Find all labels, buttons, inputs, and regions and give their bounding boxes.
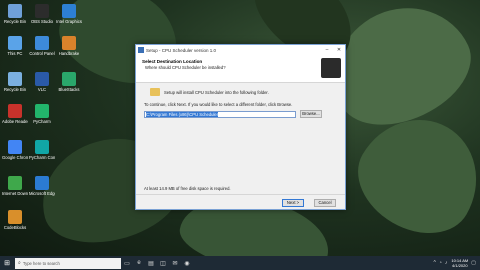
- desktop-icon-label: Google Chrome: [2, 155, 28, 160]
- page-heading: Select Destination Location: [142, 59, 203, 64]
- desktop-icon-image: [35, 104, 49, 118]
- setup-dialog: Setup - CPU Scheduler version 1.0 – ✕ Se…: [135, 44, 346, 210]
- install-text: Setup will install CPU Scheduler into th…: [164, 89, 269, 95]
- wizard-footer: Next > Cancel: [136, 194, 345, 209]
- cancel-button[interactable]: Cancel: [314, 199, 336, 207]
- continue-text: To continue, click Next. If you would li…: [144, 102, 293, 107]
- desktop-icon-label: This PC: [7, 51, 23, 56]
- desktop-icon-label: BlueStacks: [58, 87, 80, 92]
- desktop-icon[interactable]: BlueStacks: [56, 72, 82, 92]
- desktop-icon-label: Microsoft Edge: [29, 191, 55, 196]
- desktop-icon-image: [8, 4, 22, 18]
- desktop-icon-label: Recycle Bin: [3, 87, 27, 92]
- desktop-icon-image: [8, 140, 22, 154]
- desktop-icon-image: [35, 176, 49, 190]
- wizard-logo-icon: [321, 58, 341, 78]
- desktop-icon[interactable]: Intel Graphics: [56, 4, 82, 24]
- desktop-icon-image: [8, 104, 22, 118]
- system-tray: ^ ◔ ♪ 10:14 AM 4/1/2020 ▢: [430, 256, 476, 270]
- edge-icon[interactable]: e: [133, 256, 145, 270]
- wizard-content: Setup will install CPU Scheduler into th…: [136, 83, 345, 195]
- desktop-icon-label: Internet Download: [2, 191, 28, 196]
- taskbar-clock[interactable]: 10:14 AM 4/1/2020: [451, 258, 468, 268]
- desktop-icon-label: Handbrake: [58, 51, 80, 56]
- desktop-icon[interactable]: PyCharm: [29, 104, 55, 124]
- desktop-icon[interactable]: Internet Download: [2, 176, 28, 196]
- desktop-icon-image: [8, 176, 22, 190]
- desktop-icon-image: [8, 210, 22, 224]
- desktop-icon-label: Recycle Bin: [3, 19, 27, 24]
- file-explorer-icon[interactable]: ▤: [145, 256, 157, 270]
- notifications-icon[interactable]: ▢: [471, 260, 476, 266]
- desktop-icon-image: [35, 4, 49, 18]
- desktop-icon-label: CodeBlocks: [3, 225, 27, 230]
- store-icon[interactable]: ◫: [157, 256, 169, 270]
- task-view-icon[interactable]: ▭: [121, 256, 133, 270]
- volume-icon[interactable]: ♪: [445, 260, 448, 266]
- folder-icon: [150, 88, 160, 96]
- desktop-icon-image: [35, 36, 49, 50]
- minimize-icon[interactable]: –: [321, 45, 333, 55]
- desktop-icon-image: [35, 140, 49, 154]
- dialog-title: Setup - CPU Scheduler version 1.0: [146, 47, 217, 53]
- desktop-icon[interactable]: Google Chrome: [2, 140, 28, 160]
- desktop-icon[interactable]: OBS Studio: [29, 4, 55, 24]
- desktop-icon[interactable]: Recycle Bin: [2, 4, 28, 24]
- search-icon: ⌕: [18, 260, 21, 266]
- desktop-icon-image: [8, 36, 22, 50]
- desktop-icon-label: VLC: [37, 87, 47, 92]
- desktop-icon[interactable]: This PC: [2, 36, 28, 56]
- chevron-up-icon[interactable]: ^: [433, 260, 435, 266]
- desktop-icon-image: [8, 72, 22, 86]
- desktop-icon[interactable]: VLC: [29, 72, 55, 92]
- next-button[interactable]: Next >: [282, 199, 304, 207]
- taskbar-search-box[interactable]: ⌕ Type here to search: [15, 257, 121, 269]
- desktop-icon-label: Adobe Reader: [2, 119, 28, 124]
- desktop-icon-image: [35, 72, 49, 86]
- setup-app-icon: [138, 47, 144, 53]
- taskbar: ⊞ ⌕ Type here to search ▭ e ▤ ◫ ✉ ◉ ^ ◔ …: [0, 256, 480, 270]
- wizard-header: Select Destination Location Where should…: [136, 55, 345, 83]
- desktop-icon[interactable]: PyCharm Community: [29, 140, 55, 160]
- browse-button[interactable]: Browse...: [300, 110, 322, 118]
- desktop-icon-label: PyCharm: [33, 119, 51, 124]
- desktop-icon-label: Control Panel: [29, 51, 55, 56]
- desktop-icon[interactable]: Control Panel: [29, 36, 55, 56]
- desktop-icon-image: [62, 72, 76, 86]
- desktop-icon-label: OBS Studio: [31, 19, 53, 24]
- network-icon[interactable]: ◔: [439, 260, 442, 266]
- windows-start-icon[interactable]: ⊞: [0, 256, 14, 270]
- close-icon[interactable]: ✕: [333, 45, 345, 55]
- desktop-icon-label: PyCharm Community: [29, 155, 55, 160]
- desktop-icon-image: [62, 4, 76, 18]
- desktop-icon[interactable]: Microsoft Edge: [29, 176, 55, 196]
- search-placeholder: Type here to search: [22, 260, 60, 266]
- desktop-icon-label: Intel Graphics: [56, 19, 82, 24]
- clock-date: 4/1/2020: [452, 263, 468, 268]
- desktop-icon[interactable]: Recycle Bin: [2, 72, 28, 92]
- desktop-icon[interactable]: CodeBlocks: [2, 210, 28, 230]
- page-subheading: Where should CPU Scheduler be installed?: [145, 65, 226, 70]
- desktop-icon[interactable]: Adobe Reader: [2, 104, 28, 124]
- mail-icon[interactable]: ✉: [169, 256, 181, 270]
- desktop-icon[interactable]: Handbrake: [56, 36, 82, 56]
- disk-space-text: At least 14.9 MB of free disk space is r…: [144, 186, 231, 191]
- chrome-icon[interactable]: ◉: [181, 256, 193, 270]
- dialog-titlebar: Setup - CPU Scheduler version 1.0 – ✕: [136, 45, 345, 55]
- destination-path-value: C:\Program Files (x86)\CPU Scheduler: [146, 111, 219, 117]
- destination-path-input[interactable]: C:\Program Files (x86)\CPU Scheduler: [144, 110, 296, 118]
- desktop-icon-image: [62, 36, 76, 50]
